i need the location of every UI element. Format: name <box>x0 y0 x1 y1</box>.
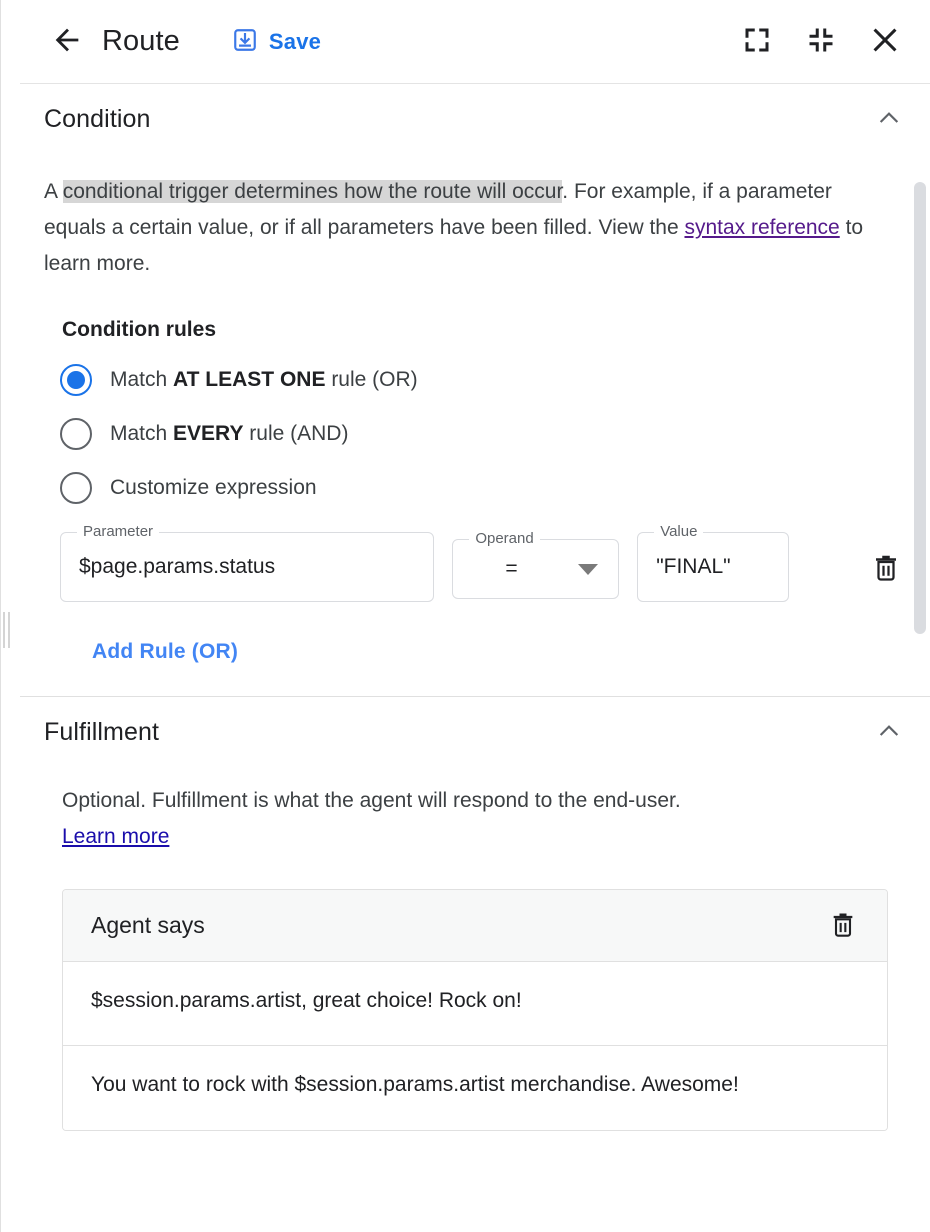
parameter-field-label: Parameter <box>77 522 159 542</box>
operand-select[interactable]: Operand = <box>452 539 619 599</box>
page-title: Route <box>102 25 180 58</box>
trash-icon <box>871 552 901 585</box>
add-rule-button[interactable]: Add Rule (OR) <box>88 634 242 670</box>
radio-label-prefix: Match <box>110 422 173 445</box>
parameter-field-value[interactable]: $page.params.status <box>61 533 433 601</box>
fulfillment-section-title: Fulfillment <box>44 718 159 747</box>
agent-says-card: Agent says $session.params.arti <box>62 889 888 1131</box>
delete-agent-says-button[interactable] <box>821 904 865 948</box>
fulfillment-section-body: Optional. Fulfillment is what the agent … <box>20 783 930 1157</box>
fullscreen-collapse-icon <box>806 25 836 58</box>
radio-option-match-every[interactable]: Match EVERY rule (AND) <box>60 418 906 450</box>
fulfillment-section-header[interactable]: Fulfillment <box>20 697 930 755</box>
description-highlighted-selection: conditional trigger determines how the r… <box>63 180 563 203</box>
expand-panel-button[interactable] <box>734 19 780 65</box>
route-side-panel: Route Save <box>0 0 930 1232</box>
arrow-left-icon <box>50 23 84 60</box>
description-lead: A <box>44 180 63 203</box>
fullscreen-expand-icon <box>742 25 772 58</box>
condition-section-title: Condition <box>44 105 151 134</box>
condition-rule-row: Parameter $page.params.status Operand = … <box>60 532 906 602</box>
agent-says-title: Agent says <box>91 912 205 939</box>
value-field-label: Value <box>654 522 703 542</box>
syntax-reference-link[interactable]: syntax reference <box>684 216 839 239</box>
trash-icon <box>829 910 857 941</box>
vertical-scrollbar-track[interactable] <box>913 0 927 1232</box>
vertical-scrollbar-thumb[interactable] <box>914 182 926 634</box>
radio-label-strong: AT LEAST ONE <box>173 368 325 391</box>
fulfillment-collapse-toggle[interactable] <box>872 715 906 749</box>
fulfillment-description: Optional. Fulfillment is what the agent … <box>62 783 872 855</box>
panel-header: Route Save <box>20 0 930 84</box>
radio-button-unselected[interactable] <box>60 472 92 504</box>
agent-says-message-row[interactable]: You want to rock with $session.params.ar… <box>63 1046 887 1130</box>
condition-section-header[interactable]: Condition <box>20 84 930 142</box>
radio-label-suffix: rule (AND) <box>243 422 348 445</box>
chevron-up-icon <box>876 105 902 134</box>
operand-selected-value: = <box>505 557 517 581</box>
collapse-panel-button[interactable] <box>798 19 844 65</box>
back-button[interactable] <box>44 19 90 65</box>
save-button[interactable]: Save <box>226 21 327 62</box>
radio-label: Match EVERY rule (AND) <box>110 422 348 446</box>
fulfillment-description-text: Optional. Fulfillment is what the agent … <box>62 789 681 812</box>
panel-resize-handle[interactable] <box>3 612 11 648</box>
save-download-icon <box>232 27 258 56</box>
radio-label: Customize expression <box>110 476 317 500</box>
close-panel-button[interactable] <box>862 19 908 65</box>
panel-scroll-body[interactable]: Condition A conditional trigger determin… <box>20 84 930 1232</box>
operand-field-label: Operand <box>469 529 539 549</box>
radio-option-customize-expression[interactable]: Customize expression <box>60 472 906 504</box>
chevron-up-icon <box>876 718 902 747</box>
close-icon <box>869 24 901 59</box>
save-button-label: Save <box>269 29 321 55</box>
agent-says-message-row[interactable]: $session.params.artist, great choice! Ro… <box>63 962 887 1046</box>
condition-section: Condition A conditional trigger determin… <box>20 84 930 696</box>
delete-rule-button[interactable] <box>865 546 906 590</box>
condition-section-body: A conditional trigger determines how the… <box>20 174 930 696</box>
radio-label-suffix: rule (OR) <box>325 368 417 391</box>
radio-button-selected[interactable] <box>60 364 92 396</box>
fulfillment-section: Fulfillment Optional. Fulfillment is wha… <box>20 697 930 1157</box>
radio-button-unselected[interactable] <box>60 418 92 450</box>
value-field-value[interactable]: "FINAL" <box>638 533 788 601</box>
condition-description: A conditional trigger determines how the… <box>44 174 874 282</box>
agent-says-card-header: Agent says <box>63 890 887 962</box>
header-actions <box>734 19 908 65</box>
parameter-field[interactable]: Parameter $page.params.status <box>60 532 434 602</box>
resize-grip-bar <box>8 612 10 648</box>
radio-label-strong: EVERY <box>173 422 243 445</box>
value-field[interactable]: Value "FINAL" <box>637 532 789 602</box>
condition-collapse-toggle[interactable] <box>872 102 906 136</box>
learn-more-link[interactable]: Learn more <box>62 825 169 848</box>
radio-label: Match AT LEAST ONE rule (OR) <box>110 368 418 392</box>
resize-grip-bar <box>3 612 5 648</box>
condition-rules-heading: Condition rules <box>62 318 906 342</box>
radio-label-prefix: Match <box>110 368 173 391</box>
radio-option-match-at-least-one[interactable]: Match AT LEAST ONE rule (OR) <box>60 364 906 396</box>
chevron-down-icon <box>578 564 598 575</box>
